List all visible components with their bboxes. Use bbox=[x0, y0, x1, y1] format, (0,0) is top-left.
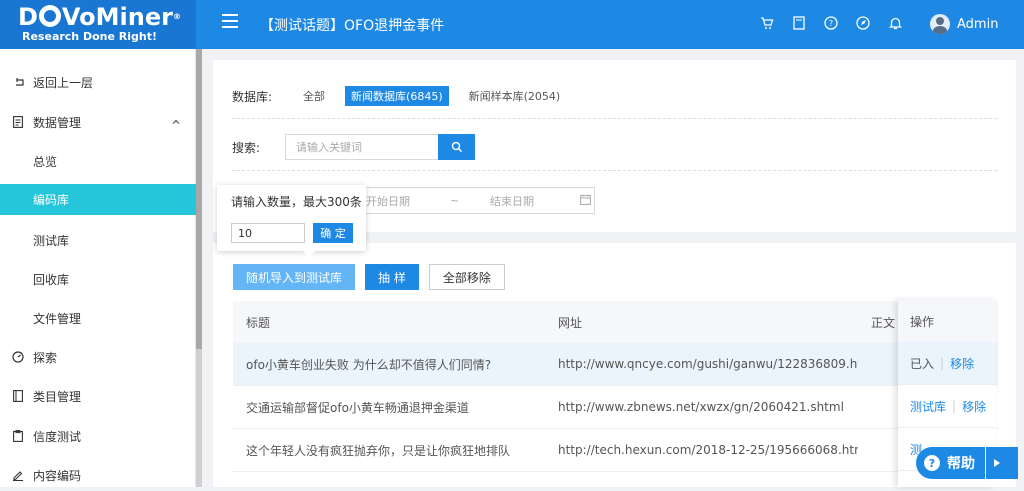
cell-title: ofo小黄车创业失败 为什么却不值得人们同情? bbox=[246, 357, 492, 372]
date-range-picker[interactable]: 开始日期 ~ 结束日期 bbox=[353, 187, 595, 214]
help-circle-icon[interactable]: ? bbox=[824, 16, 838, 30]
gauge-icon bbox=[12, 351, 24, 363]
data-icon bbox=[12, 116, 24, 128]
search-input[interactable]: 请输入关键词 bbox=[285, 134, 439, 160]
cell-url[interactable]: http://www.zbnews.net/xwzx/gn/2060421.sh… bbox=[545, 400, 858, 414]
sample-count-popover: 请输入数量，最大300条 10 确 定 bbox=[217, 185, 366, 257]
remove-link[interactable]: 移除 bbox=[962, 398, 986, 415]
database-filter: 数据库: 全部 新闻数据库(6845) 新闻样本库(2054) bbox=[232, 86, 566, 106]
cell-title: 交通运输部督促ofo小黄车畅通退押金渠道 bbox=[246, 400, 469, 415]
top-header: D VoMiner® Research Done Right! 【测试话题】OFO… bbox=[0, 0, 1024, 49]
sidebar-item-test-library[interactable]: 测试库 bbox=[0, 224, 196, 256]
page-title: 【测试话题】OFO退押金事件 bbox=[260, 18, 445, 34]
sidebar-item-back[interactable]: 返回上一层 bbox=[0, 66, 196, 98]
clipboard-icon bbox=[12, 430, 24, 442]
header-operations: 操作 bbox=[898, 300, 996, 342]
bell-icon[interactable] bbox=[888, 16, 902, 30]
table-row[interactable]: 这个年轻人没有疯狂抛弃你，只是让你疯狂地排队 http://tech.hexun… bbox=[233, 429, 998, 472]
back-icon bbox=[12, 76, 24, 88]
question-icon: ? bbox=[924, 455, 940, 471]
brand-logo-wordmark: D VoMiner® bbox=[18, 3, 181, 31]
remove-link[interactable]: 移除 bbox=[950, 355, 974, 372]
sample-button[interactable]: 抽 样 bbox=[365, 264, 419, 290]
db-option-all[interactable]: 全部 bbox=[297, 86, 331, 106]
divider bbox=[232, 118, 997, 119]
sidebar-item-label: 探索 bbox=[33, 350, 58, 365]
cell-url[interactable]: http://tech.hexun.com/2018-12-25/1956660… bbox=[545, 443, 858, 457]
date-start[interactable]: 开始日期 bbox=[366, 193, 436, 209]
sidebar-item-file-management[interactable]: 文件管理 bbox=[0, 302, 196, 334]
cart-icon[interactable] bbox=[760, 16, 774, 30]
sidebar-scrollbar[interactable] bbox=[196, 49, 202, 487]
db-option-news[interactable]: 新闻数据库(6845) bbox=[345, 86, 449, 106]
header-title: 标题 bbox=[246, 315, 271, 330]
sidebar-item-label: 总览 bbox=[33, 154, 58, 169]
sidebar-item-overview[interactable]: 总览 bbox=[0, 145, 196, 177]
compass-icon[interactable] bbox=[856, 16, 870, 30]
sidebar-item-label: 返回上一层 bbox=[33, 75, 94, 90]
search-button[interactable] bbox=[438, 134, 476, 160]
book-icon bbox=[12, 390, 24, 402]
db-option-news-sample[interactable]: 新闻样本库(2054) bbox=[463, 86, 567, 106]
date-end[interactable]: 结束日期 bbox=[490, 193, 580, 209]
svg-text:?: ? bbox=[829, 19, 833, 28]
header-url: 网址 bbox=[558, 315, 583, 330]
table-row[interactable]: ofo小黄车创业失败 为什么却不值得人们同情? http://www.qncye… bbox=[233, 343, 998, 386]
remove-all-button[interactable]: 全部移除 bbox=[428, 264, 505, 290]
sidebar-item-label: 测试库 bbox=[33, 233, 70, 248]
sidebar-item-coding-library[interactable]: 编码库 bbox=[0, 184, 196, 215]
brand-logo[interactable]: D VoMiner® Research Done Right! bbox=[0, 0, 196, 49]
sidebar-item-label: 回收库 bbox=[33, 272, 70, 287]
table-row[interactable]: 交通运输部督促ofo小黄车畅通退押金渠道 http://www.zbnews.n… bbox=[233, 386, 998, 429]
search-row: 搜索: 请输入关键词 bbox=[232, 134, 476, 160]
brand-tagline: Research Done Right! bbox=[22, 30, 157, 43]
cell-url[interactable]: http://www.qncye.com/gushi/ganwu/1228368… bbox=[545, 357, 858, 371]
sidebar-item-label: 编码库 bbox=[33, 193, 70, 207]
menu-toggle-icon[interactable] bbox=[222, 14, 238, 28]
user-name: Admin bbox=[957, 16, 999, 32]
sidebar-item-content-coding[interactable]: 内容编码 bbox=[0, 459, 196, 491]
date-separator: ~ bbox=[450, 194, 460, 207]
sidebar: 返回上一层 数据管理 总览 编码库 测试库 回收库 文件管理 探索 类目管理 信… bbox=[0, 49, 196, 487]
document-icon[interactable] bbox=[792, 16, 806, 30]
op-row: 已入 | 移除 bbox=[898, 342, 996, 385]
sample-count-input[interactable]: 10 bbox=[231, 223, 305, 243]
random-import-button[interactable]: 随机导入到测试库 bbox=[233, 264, 356, 290]
sidebar-item-recycle-library[interactable]: 回收库 bbox=[0, 263, 196, 295]
table-header: 标题 网址 正文 bbox=[233, 301, 998, 343]
search-label: 搜索: bbox=[232, 140, 261, 155]
user-menu[interactable]: Admin bbox=[930, 14, 998, 34]
sidebar-item-label: 数据管理 bbox=[33, 115, 82, 130]
sidebar-item-label: 文件管理 bbox=[33, 311, 82, 326]
sidebar-item-label: 类目管理 bbox=[33, 389, 82, 404]
edit-icon bbox=[12, 469, 24, 481]
test-library-link[interactable]: 测试库 bbox=[910, 398, 946, 415]
sidebar-item-category-management[interactable]: 类目管理 bbox=[0, 380, 196, 412]
sidebar-item-reliability-test[interactable]: 信度测试 bbox=[0, 420, 196, 452]
search-icon bbox=[451, 141, 462, 153]
sidebar-item-data-management[interactable]: 数据管理 bbox=[0, 106, 196, 138]
calendar-icon bbox=[580, 194, 591, 208]
popover-title: 请输入数量，最大300条 bbox=[231, 195, 362, 209]
database-label: 数据库: bbox=[232, 89, 273, 104]
play-arrow-icon[interactable] bbox=[985, 447, 1001, 479]
sidebar-item-explore[interactable]: 探索 bbox=[0, 341, 196, 373]
chevron-up-icon bbox=[172, 115, 180, 129]
op-row: 测试库 | 移除 bbox=[898, 385, 996, 428]
help-label: 帮助 bbox=[947, 456, 975, 472]
status-added: 已入 bbox=[910, 356, 935, 371]
data-table: 标题 网址 正文 ofo小黄车创业失败 为什么却不值得人们同情? http://… bbox=[233, 301, 998, 472]
results-panel: 随机导入到测试库 抽 样 全部移除 标题 网址 正文 ofo小黄车创业失败 为什… bbox=[213, 243, 1016, 487]
cell-title: 这个年轻人没有疯狂抛弃你，只是让你疯狂地排队 bbox=[246, 443, 511, 458]
confirm-button[interactable]: 确 定 bbox=[313, 223, 353, 243]
sidebar-item-label: 内容编码 bbox=[33, 468, 82, 483]
avatar bbox=[930, 14, 950, 34]
help-button[interactable]: ? 帮助 bbox=[916, 447, 1018, 479]
divider bbox=[232, 170, 997, 171]
sidebar-item-label: 信度测试 bbox=[33, 429, 82, 444]
